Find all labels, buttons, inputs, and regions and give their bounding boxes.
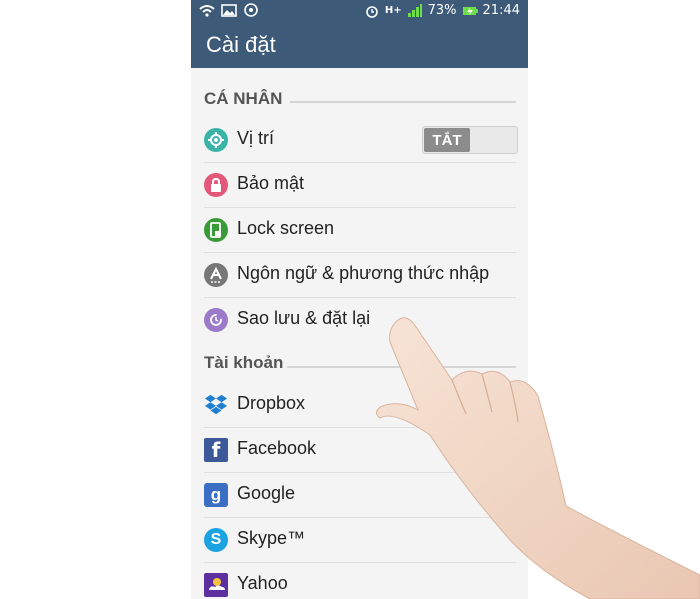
- settings-item-label: Bảo mật: [237, 173, 305, 193]
- settings-item-security[interactable]: Bảo mật: [191, 162, 528, 207]
- battery-percent: 73%: [427, 3, 457, 18]
- backup-icon: [204, 308, 228, 332]
- settings-item-label: Ngôn ngữ & phương thức nhập: [237, 263, 490, 283]
- app-bar: Cài đặt: [191, 22, 528, 68]
- skype-icon: S: [204, 528, 228, 552]
- lock-screen-icon: [204, 218, 228, 242]
- section-header-accounts: Tài khoản: [204, 353, 284, 372]
- settings-item-label: Sao lưu & đặt lại: [237, 308, 371, 328]
- location-icon: [204, 128, 228, 152]
- dropbox-icon: [204, 393, 228, 417]
- section-header-personal: CÁ NHÂN: [204, 89, 283, 108]
- account-item-label: Yahoo: [237, 573, 288, 593]
- toggle-state-label: TẮT: [424, 128, 470, 152]
- image-icon: [221, 3, 237, 17]
- account-item-label: Skype™: [237, 528, 306, 548]
- network-type-label: H+: [384, 5, 402, 16]
- lock-icon: [204, 173, 228, 197]
- language-icon: [204, 263, 228, 287]
- alarm-icon: [364, 4, 380, 18]
- location-toggle[interactable]: TẮT: [422, 126, 518, 154]
- status-bar: H+ 73% 21:44: [191, 0, 528, 22]
- section-divider: [290, 101, 516, 103]
- settings-item-lock-screen[interactable]: Lock screen: [191, 207, 528, 252]
- battery-charging-icon: [462, 4, 478, 18]
- clock-time: 21:44: [482, 3, 520, 18]
- settings-item-label: Vị trí: [237, 128, 275, 148]
- account-item-label: Dropbox: [237, 393, 306, 413]
- pointing-hand-image: [376, 317, 700, 599]
- yahoo-icon: [204, 573, 228, 597]
- settings-item-label: Lock screen: [237, 218, 335, 238]
- account-item-label: Google: [237, 483, 296, 503]
- settings-item-language[interactable]: Ngôn ngữ & phương thức nhập: [191, 252, 528, 297]
- notification-icon: [243, 3, 259, 17]
- account-item-label: Facebook: [237, 438, 317, 458]
- signal-icon: [407, 3, 423, 18]
- wifi-icon: [199, 3, 215, 17]
- page-title: Cài đặt: [206, 32, 276, 57]
- google-icon: g: [204, 483, 228, 507]
- facebook-icon: f: [204, 438, 228, 462]
